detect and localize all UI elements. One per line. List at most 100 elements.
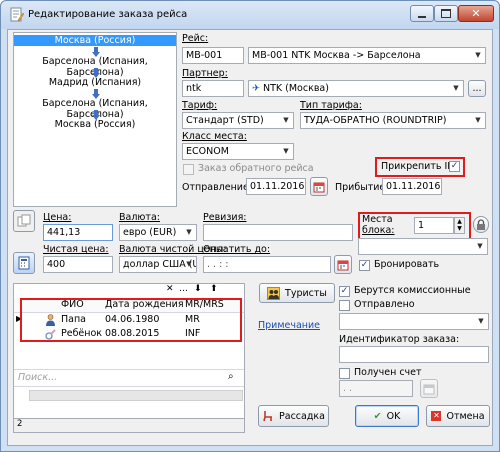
partner-select[interactable]: ✈ NTK (Москва) ▼ (248, 80, 464, 97)
grid-status-bar: 2 (13, 419, 245, 433)
return-order-checkbox[interactable] (183, 164, 194, 175)
invoice-date-field[interactable]: . . (339, 380, 413, 397)
note-link[interactable]: Примечание (258, 320, 320, 331)
order-id-field[interactable] (339, 346, 489, 363)
partner-code-field[interactable]: ntk (182, 80, 244, 97)
chevron-down-icon: ▼ (453, 84, 459, 92)
maximize-button[interactable] (434, 5, 458, 22)
seat-class-value: ECONOM (186, 146, 229, 157)
tourists-button-label: Туристы (285, 287, 327, 299)
extra-select[interactable]: ▼ (358, 238, 488, 255)
route-city[interactable]: Москва (Россия) (14, 35, 176, 46)
pay-until-field[interactable]: . . : : (203, 256, 331, 273)
sent-checkbox[interactable] (339, 300, 350, 311)
chevron-down-icon: ▼ (186, 228, 192, 236)
lock-button[interactable] (473, 216, 489, 233)
minimize-icon (418, 15, 426, 18)
block-seats-label-1: Места (362, 214, 393, 225)
close-icon: ✕ (471, 7, 481, 20)
currency-value: евро (EUR) (123, 227, 177, 238)
commission-label: Берутся комиссионные (354, 285, 471, 296)
edit-document-icon (10, 7, 24, 22)
invoice-checkbox[interactable] (339, 368, 350, 379)
calendar-icon (423, 384, 435, 394)
book-checkbox[interactable]: ✓ (359, 260, 370, 271)
arrival-label: Прибытие: (335, 182, 389, 193)
block-seats-field[interactable]: 1 (414, 217, 454, 234)
seat-class-select[interactable]: ECONOM ▼ (182, 143, 294, 160)
dialog-body: Москва (Россия) Барселона (Испания, Барс… (7, 29, 493, 446)
copy-price-button[interactable] (13, 210, 35, 232)
arrow-down-icon[interactable]: ⬇ (194, 284, 202, 294)
arrow-up-icon[interactable]: ⬆ (210, 284, 218, 294)
route-city[interactable]: Мадрид (Испания) (14, 77, 176, 88)
block-seats-label-2: блока: (362, 225, 395, 236)
net-currency-select[interactable]: доллар США (USI ▼ (119, 256, 197, 273)
chevron-down-icon: ▼ (186, 260, 192, 268)
partner-label: Партнер: (182, 68, 228, 79)
calendar-icon (337, 260, 349, 270)
tariff-type-select[interactable]: ТУДА-ОБРАТНО (ROUNDTRIP) ▼ (300, 112, 486, 129)
maximize-icon (441, 9, 451, 18)
title-bar[interactable]: Редактирование заказа рейса ✕ (1, 1, 499, 29)
departure-date-field[interactable]: 01.11.2016 (246, 178, 306, 195)
flight-label: Рейс: (182, 33, 209, 44)
invoice-calendar-button[interactable] (420, 379, 438, 398)
net-price-field[interactable]: 400 (43, 256, 113, 273)
window-title: Редактирование заказа рейса (28, 9, 188, 20)
return-order-label: Заказ обратного рейса (198, 163, 314, 174)
calendar-icon (313, 182, 325, 192)
ok-button-label: OK (386, 410, 401, 422)
tourists-rows-highlight (20, 298, 242, 342)
route-city[interactable]: Москва (Россия) (14, 119, 176, 130)
price-field[interactable]: 441,13 (43, 224, 113, 241)
flight-code-field[interactable]: MB-001 (182, 47, 244, 64)
block-seats-spinner[interactable]: ▲ ▼ (454, 217, 465, 234)
tariff-value: Стандарт (STD) (186, 115, 264, 126)
attach-inf-checkbox[interactable]: ✓ (449, 161, 460, 172)
tariff-label: Тариф: (182, 100, 218, 111)
flight-select[interactable]: MB-001 NTK Москва -> Барселона ▼ (248, 47, 486, 64)
revision-label: Ревизия: (203, 212, 247, 223)
airplane-icon: ✈ (252, 83, 260, 94)
sent-select[interactable]: ▼ (339, 313, 489, 330)
cancel-button[interactable]: ✕ Отмена (426, 405, 490, 427)
currency-select[interactable]: евро (EUR) ▼ (119, 224, 197, 241)
ok-button[interactable]: ✔ OK (355, 405, 419, 427)
grid-search-input[interactable]: Поиск... (18, 372, 57, 383)
grid-search-bar[interactable]: Поиск... ⌕ (14, 369, 244, 387)
minimize-button[interactable] (410, 5, 434, 22)
tariff-select[interactable]: Стандарт (STD) ▼ (182, 112, 294, 129)
revision-field[interactable] (203, 224, 353, 241)
seating-button[interactable]: Рассадка (258, 405, 329, 427)
tourist-count: 2 (17, 419, 23, 429)
invoice-label: Получен счет (354, 367, 422, 378)
cancel-button-label: Отмена (446, 410, 485, 422)
search-icon[interactable]: ⌕ (228, 371, 234, 382)
sent-label: Отправлено (354, 299, 415, 310)
arrival-date-field[interactable]: 01.11.2016 (382, 178, 442, 195)
pay-until-calendar-button[interactable] (334, 255, 352, 274)
price-label: Цена: (43, 212, 72, 223)
spin-up-icon: ▲ (457, 218, 462, 225)
route-list[interactable]: Москва (Россия) Барселона (Испания, Барс… (13, 32, 177, 207)
ellipsis-icon[interactable]: … (179, 284, 188, 294)
tourists-button[interactable]: Туристы (259, 283, 335, 303)
flight-description: MB-001 NTK Москва -> Барселона (252, 50, 421, 61)
commission-checkbox[interactable]: ✓ (339, 286, 350, 297)
chevron-down-icon: ▼ (478, 317, 484, 325)
remove-icon[interactable]: ✕ (166, 284, 174, 294)
close-button[interactable]: ✕ (458, 5, 494, 22)
pay-until-label: Оплатить до: (203, 244, 271, 255)
partner-more-button[interactable]: ... (468, 80, 486, 97)
book-label: Бронировать (374, 259, 440, 270)
calculator-button[interactable] (13, 252, 35, 274)
tariff-type-label: Тип тарифа: (300, 100, 362, 111)
horizontal-scrollbar[interactable] (29, 390, 243, 401)
chevron-down-icon: ▼ (283, 147, 289, 155)
spin-down-icon: ▼ (457, 225, 462, 232)
departure-calendar-button[interactable] (310, 177, 328, 196)
seating-button-label: Рассадка (279, 410, 325, 422)
calculator-icon (18, 256, 30, 270)
chevron-down-icon: ▼ (283, 116, 289, 124)
